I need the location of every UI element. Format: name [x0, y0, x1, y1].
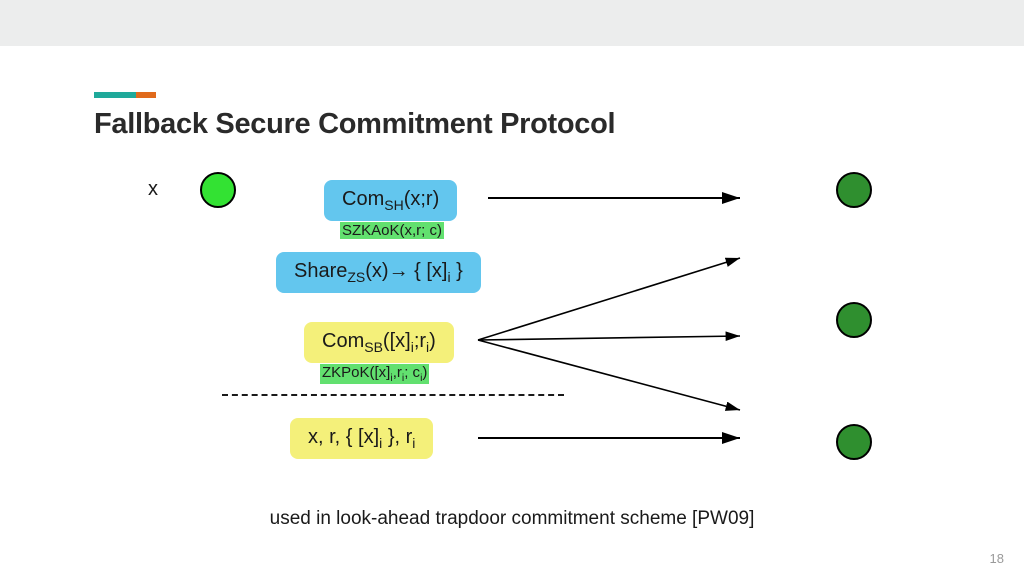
commit-reveal-divider	[222, 394, 564, 396]
sender-node	[200, 172, 236, 208]
step-reveal: x, r, { [x]i }, ri	[290, 418, 433, 459]
receiver-node-1	[836, 172, 872, 208]
slide-caption: used in look-ahead trapdoor commitment s…	[0, 508, 1024, 530]
receiver-node-3	[836, 424, 872, 460]
sender-input-x: x	[148, 178, 158, 201]
step-com-sb: ComSB([x]i;ri)	[304, 322, 454, 363]
step-com-sh: ComSH(x;r)	[324, 180, 457, 221]
top-bar	[0, 0, 1024, 46]
annot-szkaok: SZKAoK(x,r; c)	[340, 222, 444, 239]
step-share: ShareZS(x)→ { [x]i }	[276, 252, 481, 293]
receiver-node-2	[836, 302, 872, 338]
annot-zkpok: ZKPoK([x]i,ri; ci)	[320, 364, 429, 384]
accent-bar	[94, 92, 156, 98]
page-number: 18	[990, 551, 1004, 566]
slide-title: Fallback Secure Commitment Protocol	[94, 108, 615, 141]
